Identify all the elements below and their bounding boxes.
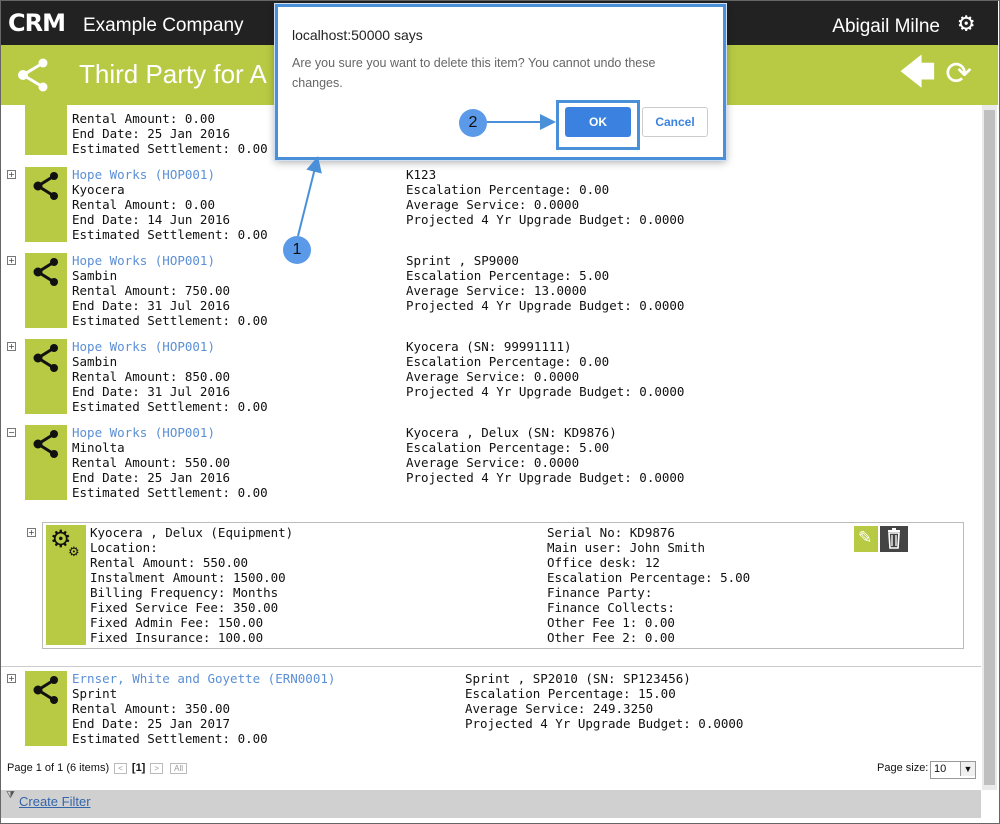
step-marker-2: 2 [459, 109, 487, 137]
step-marker-1: 1 [283, 236, 311, 264]
annotation-arrows [297, 114, 556, 237]
